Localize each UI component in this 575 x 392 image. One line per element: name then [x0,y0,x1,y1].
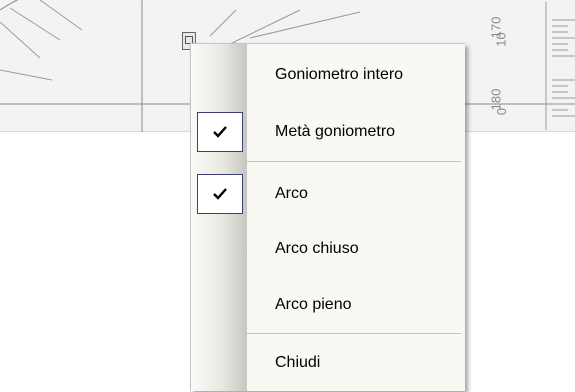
menu-item-chiudi[interactable]: Chiudi [191,334,465,392]
menu-item-label: Arco [275,185,308,202]
menu-item-label: Metà goniometro [275,123,396,140]
menu-item-label: Goniometro intero [275,66,404,83]
menu-separator [247,161,461,162]
menu-item-goniometro-intero[interactable]: Goniometro intero [191,46,465,104]
menu-item-meta-goniometro[interactable]: Metà goniometro [191,103,465,161]
menu-item-arco[interactable]: Arco [191,165,465,223]
menu-item-label: Chiudi [275,354,321,371]
tick-label-0: 0 [494,107,510,116]
check-icon [197,174,243,214]
menu-item-arco-chiuso[interactable]: Arco chiuso [191,220,465,278]
menu-item-label: Arco pieno [275,296,352,313]
menu-item-label: Arco chiuso [275,240,359,257]
check-icon [197,112,243,152]
tick-label-10: 10 [493,32,509,47]
menu-item-arco-pieno[interactable]: Arco pieno [191,276,465,334]
context-menu: Goniometro intero Metà goniometro Arco A… [190,43,465,391]
